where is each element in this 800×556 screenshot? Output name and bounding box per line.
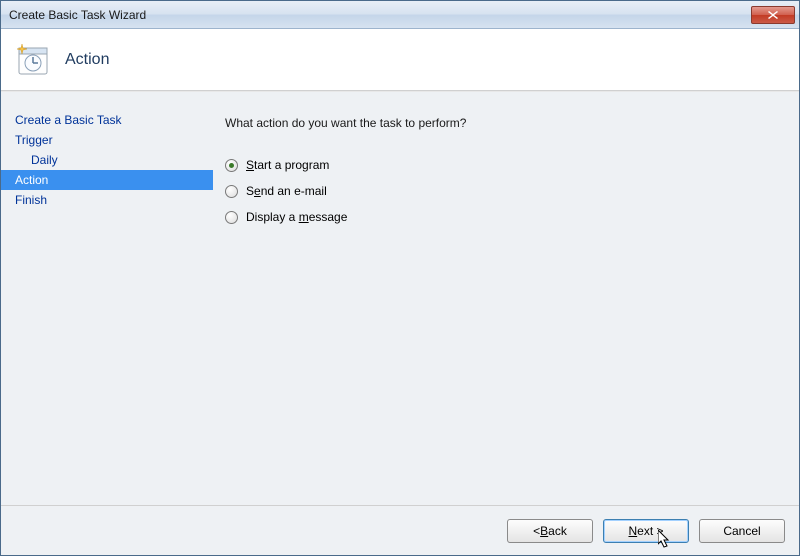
next-button[interactable]: Next > bbox=[603, 519, 689, 543]
sidebar-item-daily[interactable]: Daily bbox=[1, 150, 213, 170]
radio-start-program[interactable]: Start a program bbox=[225, 158, 779, 172]
header-band: Action bbox=[1, 29, 799, 91]
radio-icon bbox=[225, 159, 238, 172]
close-button[interactable] bbox=[751, 6, 795, 24]
page-title: Action bbox=[65, 51, 109, 69]
radio-label: Send an e-mail bbox=[246, 184, 327, 198]
close-icon bbox=[768, 11, 778, 19]
radio-send-email[interactable]: Send an e-mail bbox=[225, 184, 779, 198]
body-area: Create a Basic Task Trigger Daily Action… bbox=[1, 91, 799, 505]
footer-buttons: < Back Next > Cancel bbox=[1, 505, 799, 555]
cancel-button[interactable]: Cancel bbox=[699, 519, 785, 543]
sidebar-item-action[interactable]: Action bbox=[1, 170, 213, 190]
wizard-window: Create Basic Task Wizard Action Create a bbox=[0, 0, 800, 556]
radio-label: Start a program bbox=[246, 158, 329, 172]
radio-icon bbox=[225, 211, 238, 224]
titlebar: Create Basic Task Wizard bbox=[1, 1, 799, 29]
sidebar-item-create-basic-task[interactable]: Create a Basic Task bbox=[1, 110, 213, 130]
radio-label: Display a message bbox=[246, 210, 347, 224]
radio-icon bbox=[225, 185, 238, 198]
content-panel: What action do you want the task to perf… bbox=[213, 92, 799, 505]
sidebar-item-finish[interactable]: Finish bbox=[1, 190, 213, 210]
window-title: Create Basic Task Wizard bbox=[9, 8, 751, 22]
wizard-steps-sidebar: Create a Basic Task Trigger Daily Action… bbox=[1, 92, 213, 505]
sidebar-item-trigger[interactable]: Trigger bbox=[1, 130, 213, 150]
back-button[interactable]: < Back bbox=[507, 519, 593, 543]
question-text: What action do you want the task to perf… bbox=[225, 116, 779, 130]
radio-display-message[interactable]: Display a message bbox=[225, 210, 779, 224]
wizard-icon bbox=[15, 42, 51, 78]
